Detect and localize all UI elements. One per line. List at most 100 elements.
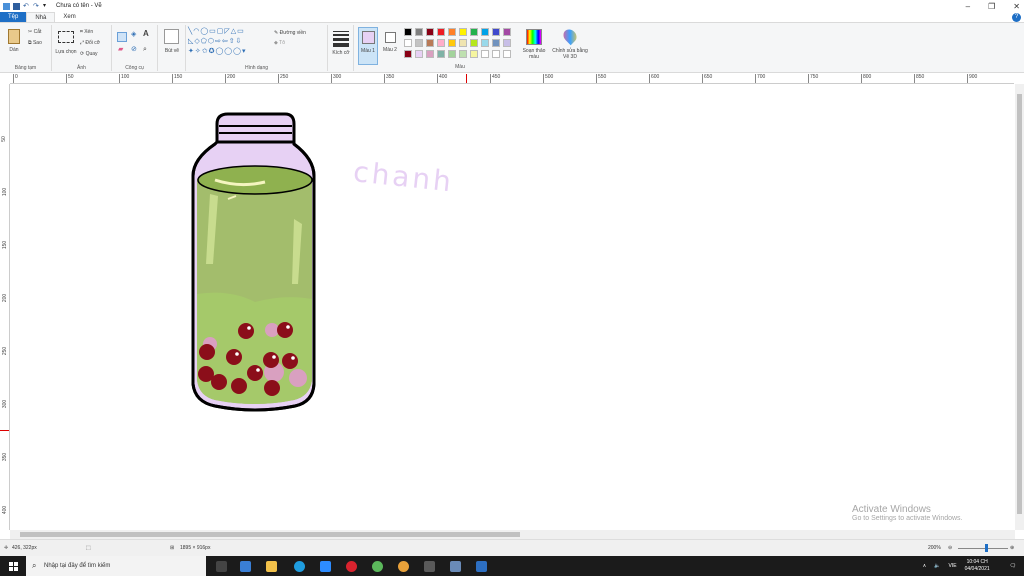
resize-button[interactable]: ⤢ Đổi cỡ [80, 40, 100, 46]
language-indicator[interactable]: VIE [949, 563, 957, 569]
save-icon[interactable] [13, 2, 20, 10]
palette-swatch[interactable] [470, 50, 478, 58]
help-icon[interactable]: ? [1012, 13, 1021, 22]
photos-icon[interactable] [476, 561, 487, 572]
size-button[interactable]: Kích cỡ [329, 50, 353, 56]
taskbar-search[interactable]: ⌕ Nhập tại đây để tìm kiếm [26, 556, 206, 576]
color1-button[interactable]: Màu 1 [358, 27, 378, 65]
vertical-scrollbar[interactable] [1015, 84, 1024, 530]
edge-icon[interactable] [294, 561, 305, 572]
show-hidden-icons[interactable]: ∧ [923, 563, 927, 569]
palette-swatch[interactable] [470, 28, 478, 36]
cut-button[interactable]: ✂ Cắt [28, 29, 41, 35]
text-tool-icon[interactable]: A [143, 30, 149, 38]
palette-swatch[interactable] [459, 28, 467, 36]
tab-file[interactable]: Tệp [0, 12, 27, 22]
palette-swatch[interactable] [492, 50, 500, 58]
palette-swatch[interactable] [437, 28, 445, 36]
close-button[interactable]: ✕ [1013, 2, 1020, 11]
fill-icon[interactable]: ◈ [131, 31, 136, 38]
color2-button[interactable]: Màu 2 [381, 27, 401, 65]
palette-swatch[interactable] [503, 28, 511, 36]
copy-button[interactable]: ⧉ Sao [28, 40, 42, 46]
paste-button[interactable]: Dán [4, 47, 24, 53]
palette-swatch[interactable] [426, 39, 434, 47]
palette-swatch[interactable] [404, 39, 412, 47]
chrome-icon[interactable] [398, 561, 409, 572]
palette-swatch[interactable] [404, 28, 412, 36]
shapes-gallery[interactable]: ╲◠◯▭▢◸△▭ [188, 28, 245, 35]
palette-swatch[interactable] [503, 39, 511, 47]
select-button[interactable]: Lựa chọn [54, 49, 78, 55]
palette-swatch[interactable] [404, 50, 412, 58]
minimize-button[interactable]: – [966, 2, 970, 11]
edit-colors-button[interactable]: Soạn thảo màu [518, 48, 550, 60]
select-icon[interactable] [58, 31, 74, 43]
redo-icon[interactable]: ↷ [33, 3, 40, 10]
paint3d-icon[interactable] [560, 26, 580, 46]
zoom-app-icon[interactable] [320, 561, 331, 572]
coccoc-icon[interactable] [372, 561, 383, 572]
edit-colors-icon[interactable] [526, 29, 542, 45]
palette-swatch[interactable] [415, 50, 423, 58]
brushes-button[interactable]: Bút vẽ [160, 48, 184, 54]
customize-quick-access-icon[interactable]: ▾ [43, 3, 50, 10]
zoom-out-button[interactable]: ⊖ [948, 545, 952, 551]
shapes-gallery-row-2[interactable]: ◺◇⬠⬡⇨⇦⇧⇩ [188, 38, 242, 45]
palette-swatch[interactable] [481, 50, 489, 58]
palette-swatch[interactable] [415, 28, 423, 36]
palette-swatch[interactable] [437, 50, 445, 58]
palette-swatch[interactable] [481, 39, 489, 47]
rotate-button[interactable]: ⟳ Quay [80, 51, 98, 57]
tab-home[interactable]: Nhà [26, 12, 56, 22]
shapes-gallery-row-3[interactable]: ✦✧✩✪◯◯◯▾ [188, 48, 246, 55]
horizontal-scrollbar[interactable] [10, 530, 1015, 539]
tab-view[interactable]: Xem [55, 12, 83, 22]
horizontal-scroll-thumb[interactable] [20, 532, 520, 537]
palette-swatch[interactable] [426, 50, 434, 58]
eraser-icon[interactable]: ▰ [118, 46, 123, 53]
outline-button[interactable]: ✎ Đường viền [274, 30, 306, 36]
task-view-icon[interactable] [216, 561, 227, 572]
pencil-icon[interactable] [117, 32, 127, 42]
app-icon[interactable] [424, 561, 435, 572]
paint3d-button[interactable]: Chỉnh sửa bằng Vẽ 3D [550, 48, 590, 60]
palette-swatch[interactable] [448, 39, 456, 47]
file-explorer-icon[interactable] [266, 561, 277, 572]
opera-icon[interactable] [346, 561, 357, 572]
paste-icon[interactable] [8, 29, 20, 44]
palette-swatch[interactable] [448, 28, 456, 36]
color-picker-icon[interactable]: ⊘ [131, 46, 137, 53]
brush-icon[interactable] [164, 29, 179, 44]
ruler-tick-label: 800 [861, 74, 871, 83]
palette-swatch[interactable] [415, 39, 423, 47]
notification-icon[interactable]: 🗨 [1010, 563, 1016, 569]
zoom-slider[interactable] [958, 548, 1008, 549]
palette-swatch[interactable] [437, 39, 445, 47]
zoom-slider-thumb[interactable] [985, 544, 988, 552]
start-button[interactable] [0, 556, 26, 576]
vertical-scroll-thumb[interactable] [1017, 94, 1022, 514]
undo-icon[interactable]: ↶ [23, 3, 30, 10]
size-icon[interactable] [333, 31, 349, 47]
palette-swatch[interactable] [470, 39, 478, 47]
palette-swatch[interactable] [459, 50, 467, 58]
zoom-in-button[interactable]: ⊕ [1010, 545, 1014, 551]
palette-swatch[interactable] [459, 39, 467, 47]
drawing-canvas[interactable]: chanh [10, 84, 1015, 530]
volume-icon[interactable]: 🔈 [934, 563, 940, 569]
restore-button[interactable]: ❐ [988, 2, 995, 11]
palette-swatch[interactable] [448, 50, 456, 58]
palette-swatch[interactable] [426, 28, 434, 36]
palette-swatch[interactable] [503, 50, 511, 58]
watermark-subtitle: Go to Settings to activate Windows. [852, 515, 963, 522]
crop-button[interactable]: ⌗ Xén [80, 29, 93, 35]
palette-swatch[interactable] [492, 39, 500, 47]
clock[interactable]: 10:04 CH 04/04/2021 [965, 559, 990, 573]
palette-swatch[interactable] [492, 28, 500, 36]
mail-icon[interactable] [240, 561, 251, 572]
paint-taskbar-icon[interactable] [450, 561, 461, 572]
fill-button[interactable]: ◆ Tô [274, 40, 285, 46]
palette-swatch[interactable] [481, 28, 489, 36]
magnifier-icon[interactable]: ⌕ [143, 46, 147, 53]
